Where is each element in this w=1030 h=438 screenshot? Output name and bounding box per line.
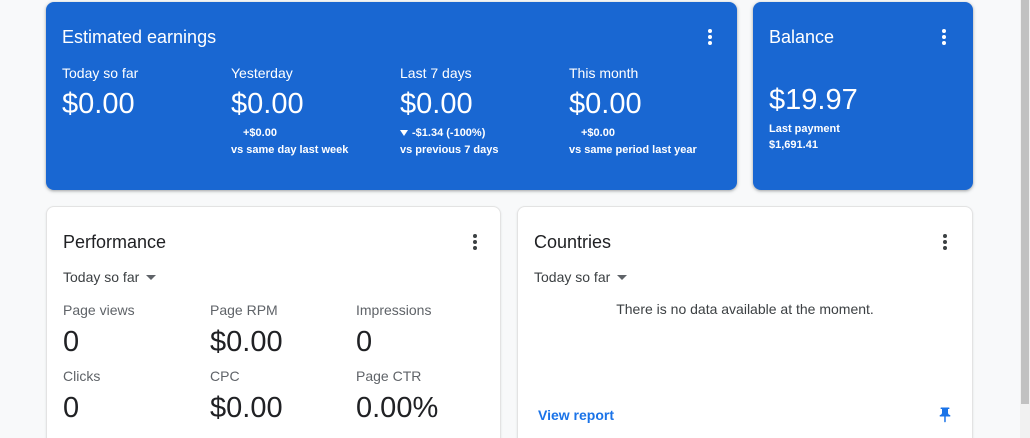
countries-card: Countries Today so far There is no data …	[517, 206, 973, 438]
countries-menu-button[interactable]	[933, 230, 957, 254]
countries-title: Countries	[534, 232, 612, 252]
balance-title: Balance	[769, 27, 835, 47]
more-vert-icon	[473, 234, 477, 250]
performance-title: Performance	[63, 232, 167, 252]
estimated-earnings-card: Estimated earnings Today so far $0.00 Ye…	[46, 2, 737, 190]
earnings-change: -$1.34 (-100%)	[400, 126, 565, 140]
earnings-change-text: +$0.00	[243, 127, 277, 139]
earnings-today: Today so far $0.00	[62, 65, 227, 121]
metric-label: Page RPM	[210, 302, 278, 318]
metric-cpc: CPC $0.00	[210, 368, 356, 425]
arrow-drop-down-icon	[146, 274, 157, 280]
estimated-earnings-title: Estimated earnings	[62, 27, 217, 47]
earnings-last-7-days: Last 7 days $0.00 -$1.34 (-100%) vs prev…	[400, 65, 565, 157]
metric-impressions: Impressions 0	[356, 302, 476, 359]
last-payment-label: Last payment	[769, 123, 840, 135]
more-vert-icon	[942, 29, 946, 45]
earnings-comparison: vs previous 7 days	[400, 144, 499, 156]
earnings-this-month: This month $0.00 +$0.00 vs same period l…	[569, 65, 734, 157]
earnings-value: $0.00	[231, 88, 304, 120]
metric-page-ctr: Page CTR 0.00%	[356, 368, 476, 425]
pin-button[interactable]	[936, 406, 954, 424]
earnings-value: $0.00	[400, 88, 473, 120]
metric-value: $0.00	[210, 326, 283, 358]
balance-menu-button[interactable]	[932, 25, 956, 49]
more-vert-icon	[943, 234, 947, 250]
metric-label: Page CTR	[356, 368, 422, 384]
earnings-value: $0.00	[569, 88, 642, 120]
performance-period-dropdown[interactable]: Today so far	[63, 269, 157, 285]
earnings-period-label: Today so far	[62, 65, 139, 81]
performance-card: Performance Today so far Page views 0 Pa…	[46, 206, 501, 438]
more-vert-icon	[708, 29, 712, 45]
metric-page-views: Page views 0	[63, 302, 210, 359]
metric-label: Clicks	[63, 368, 101, 384]
metric-label: Page views	[63, 302, 135, 318]
earnings-yesterday: Yesterday $0.00 +$0.00 vs same day last …	[231, 65, 396, 157]
no-data-message: There is no data available at the moment…	[616, 301, 874, 317]
metric-value: $0.00	[210, 392, 283, 424]
metric-value: 0	[63, 392, 80, 424]
period-label: Today so far	[63, 269, 140, 285]
earnings-period-label: Last 7 days	[400, 65, 472, 81]
earnings-value: $0.00	[62, 88, 135, 120]
vertical-scrollbar[interactable]	[1020, 0, 1030, 438]
period-label: Today so far	[534, 269, 611, 285]
earnings-comparison: vs same period last year	[569, 144, 697, 156]
earnings-change-text: +$0.00	[581, 127, 615, 139]
earnings-period-label: This month	[569, 65, 639, 81]
arrow-down-icon	[400, 130, 408, 136]
pin-icon	[939, 407, 951, 423]
last-payment-value: $1,691.41	[769, 139, 818, 151]
performance-metrics: Page views 0 Page RPM $0.00 Impressions …	[63, 302, 476, 425]
earnings-comparison: vs same day last week	[231, 144, 349, 156]
balance-value: $19.97	[769, 84, 858, 116]
balance-card: Balance $19.97 Last payment $1,691.41	[753, 2, 973, 190]
metric-page-rpm: Page RPM $0.00	[210, 302, 356, 359]
metric-value: 0.00%	[356, 392, 439, 424]
earnings-change-text: -$1.34 (-100%)	[412, 127, 486, 139]
arrow-drop-down-icon	[617, 274, 628, 280]
metric-clicks: Clicks 0	[63, 368, 210, 425]
earnings-change: +$0.00	[231, 126, 396, 140]
countries-period-dropdown[interactable]: Today so far	[534, 269, 628, 285]
performance-menu-button[interactable]	[463, 230, 487, 254]
metric-label: CPC	[210, 368, 240, 384]
metric-value: 0	[356, 326, 373, 358]
view-report-link[interactable]: View report	[538, 407, 614, 423]
metric-value: 0	[63, 326, 80, 358]
earnings-change: +$0.00	[569, 126, 734, 140]
metric-label: Impressions	[356, 302, 432, 318]
earnings-period-label: Yesterday	[231, 65, 293, 81]
estimated-earnings-menu-button[interactable]	[698, 25, 722, 49]
scrollbar-thumb[interactable]	[1021, 0, 1029, 404]
